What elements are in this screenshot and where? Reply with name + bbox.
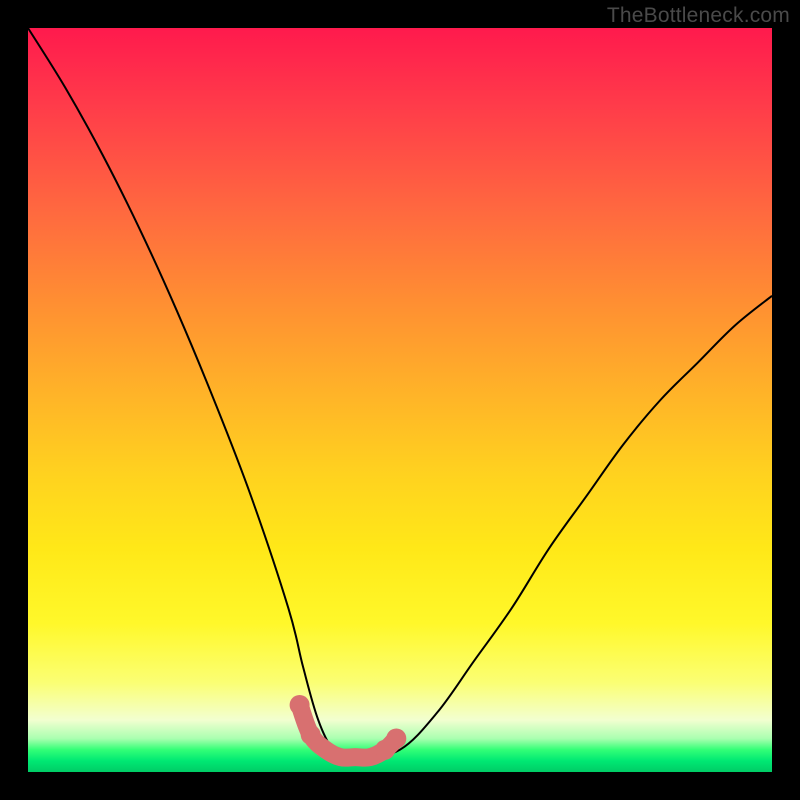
plot-area bbox=[28, 28, 772, 772]
curve-svg bbox=[28, 28, 772, 772]
watermark-text: TheBottleneck.com bbox=[607, 4, 790, 28]
optimal-marker-dot bbox=[386, 729, 406, 749]
chart-frame: TheBottleneck.com bbox=[0, 0, 800, 800]
optimal-marker-dot bbox=[301, 725, 321, 745]
bottleneck-curve-line bbox=[28, 28, 772, 758]
optimal-marker-dot bbox=[290, 695, 310, 715]
